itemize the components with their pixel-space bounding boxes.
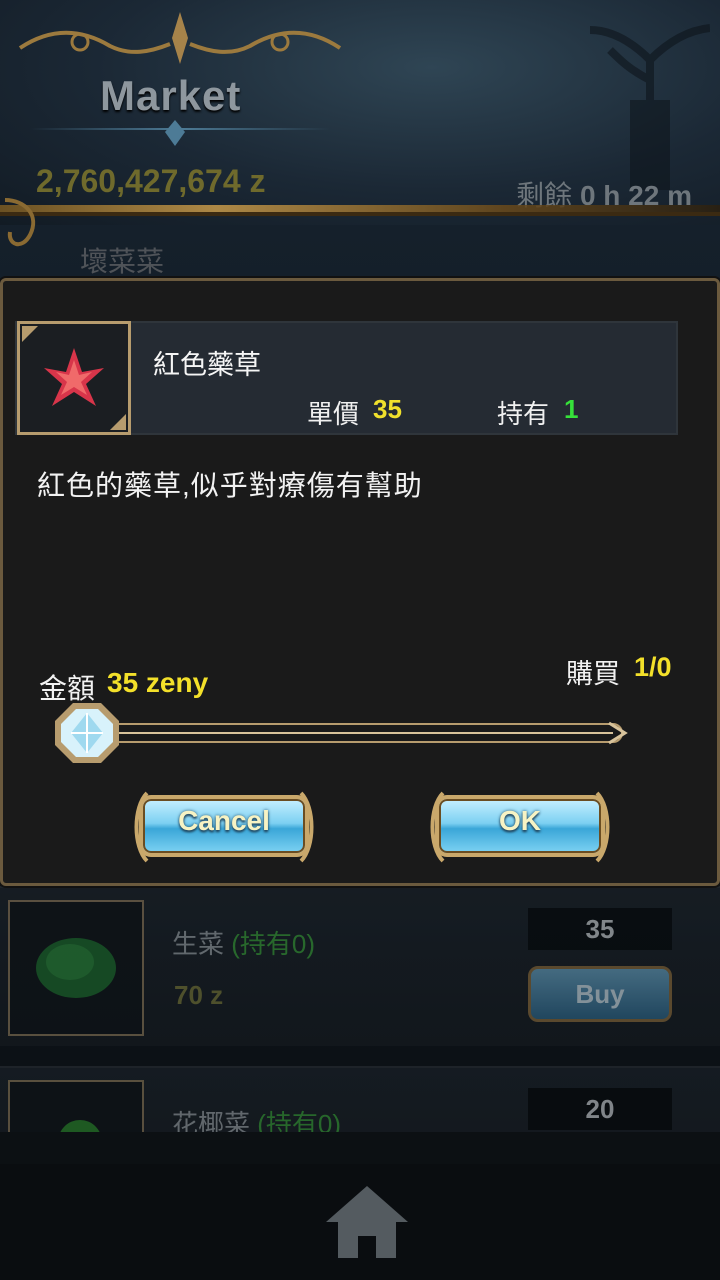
slider-thumb-gem-icon[interactable] (51, 699, 123, 767)
cancel-button-label: Cancel (178, 805, 270, 836)
cancel-button[interactable]: Cancel (129, 787, 319, 867)
quantity-slider[interactable] (103, 723, 623, 743)
ok-button-label: OK (499, 805, 541, 836)
owned-label: 持有 (497, 399, 550, 429)
lettuce-icon (8, 900, 144, 1036)
header-rail (0, 212, 720, 216)
unit-price-value: 35 (373, 394, 402, 424)
zeny-balance: 2,760,427,674 z (36, 163, 266, 199)
home-icon[interactable] (322, 1182, 412, 1262)
item-stock: 35 (528, 908, 672, 950)
shop-name: 壞菜菜 (80, 246, 165, 277)
owned-value: 1 (564, 394, 579, 424)
list-item[interactable]: 生菜 (持有0) 70 z 35 Buy (0, 886, 720, 1046)
ok-button[interactable]: OK (425, 787, 615, 867)
item-description: 紅色的藥草,似乎對療傷有幫助 (37, 470, 423, 501)
item-price: 70 z (174, 980, 224, 1010)
button-curl-right-icon (299, 791, 314, 863)
purchase-count-label: 購買 (566, 659, 620, 689)
item-owned: (持有0) (231, 929, 316, 959)
amount-value: 35 zeny (107, 667, 209, 698)
scroll-curl-icon (4, 198, 36, 247)
purchase-dialog: 紅色藥草 單價 35 持有 1 紅色的藥草,似乎對療傷有幫助 金額 35 zen… (0, 278, 720, 886)
dialog-item-name: 紅色藥草 (153, 350, 261, 380)
tree-silhouette-icon (590, 24, 710, 190)
button-curl-right-icon (595, 791, 610, 863)
item-name-text: 生菜 (172, 929, 225, 959)
item-name: 生菜 (持有0) (172, 924, 315, 961)
buy-button[interactable]: Buy (528, 966, 672, 1022)
page-title: Market (100, 72, 242, 119)
slider-end-cap-icon (608, 721, 628, 745)
market-header: Market 2,760,427,674 z 剩餘 0 h 22 m (0, 0, 720, 225)
gem-ornament-icon (165, 120, 185, 146)
header-ornament-icon (18, 12, 342, 64)
red-herb-icon (17, 321, 131, 435)
bottom-nav-divider (0, 1132, 720, 1164)
purchase-count-value: 1/0 (634, 652, 672, 682)
item-stock: 20 (528, 1088, 672, 1130)
unit-price-label: 單價 (307, 399, 360, 429)
